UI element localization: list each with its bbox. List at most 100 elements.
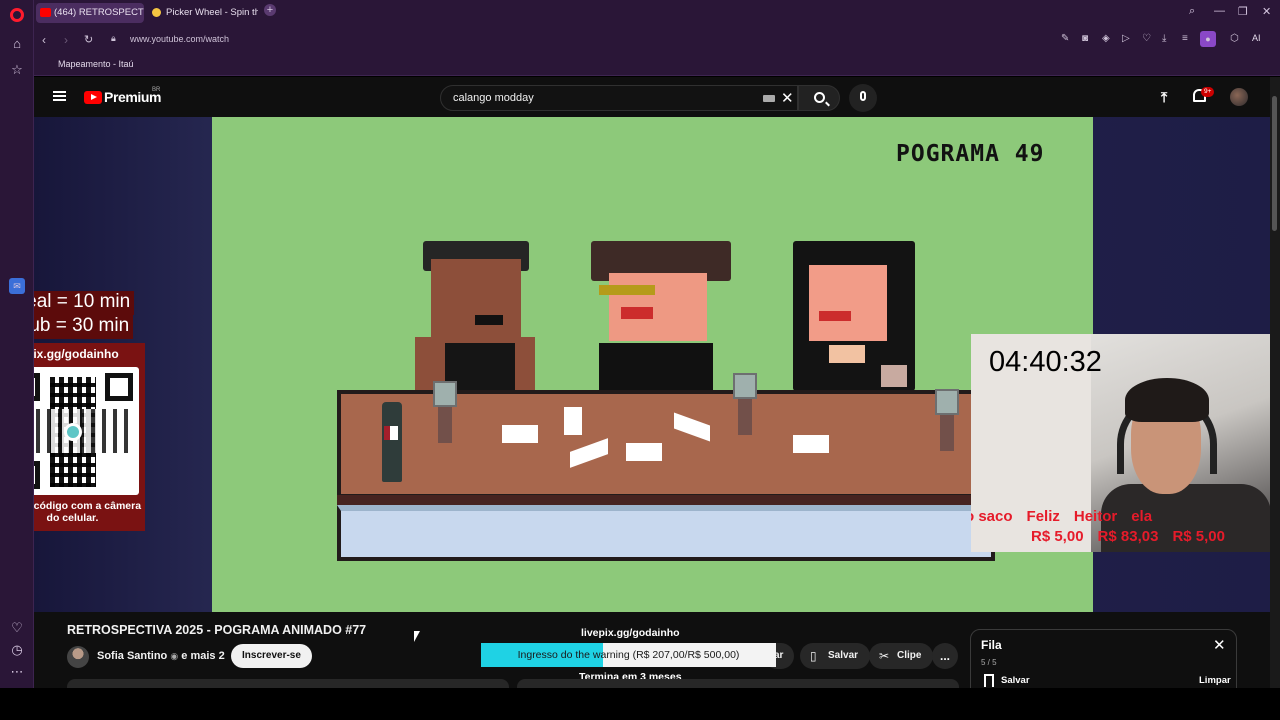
save-label: Salvar — [828, 650, 859, 661]
countdown-timer: 04:40:32 — [989, 346, 1102, 378]
youtube-favicon-icon — [40, 8, 51, 17]
save-button[interactable]: ▯ Salvar — [800, 643, 871, 669]
paper-sheet — [502, 425, 538, 443]
goal-progress-bar: Ingresso do the warning (R$ 207,00/R$ 50… — [481, 643, 776, 667]
subscribe-button[interactable]: Inscrever-se — [231, 644, 312, 668]
search-button[interactable] — [798, 85, 840, 111]
address-bar: ‹ › ↻ 🔒︎ www.youtube.com/watch ✎ ◙ ◈ ▷ ♡… — [34, 26, 1280, 54]
scrollbar-thumb[interactable] — [1272, 96, 1277, 231]
youtube-logo-icon[interactable] — [84, 91, 102, 104]
opera-logo-icon[interactable] — [10, 8, 24, 22]
reload-icon[interactable]: ↻ — [84, 33, 93, 46]
mouse-cursor-icon — [414, 631, 420, 642]
donation-amount: R$ 5,00 — [1172, 528, 1225, 545]
close-icon[interactable]: ✕ — [1213, 636, 1226, 654]
bottle-icon — [382, 402, 402, 482]
donation-names: o saco Feliz Heitor ela — [971, 508, 1166, 525]
queue-count: 5 / 5 — [981, 658, 997, 667]
program-title: POGRAMA 49 — [896, 141, 1045, 167]
channel-avatar[interactable] — [67, 646, 89, 668]
extensions-icon[interactable]: ⬡ — [1230, 33, 1239, 44]
menu-icon[interactable] — [53, 91, 66, 101]
camera-icon[interactable]: ◙ — [1082, 33, 1088, 44]
donation-amounts: R$ 5,00 R$ 83,03 R$ 5,00 — [1031, 528, 1239, 545]
donation-amount: R$ 5,00 — [1031, 528, 1084, 545]
heart-icon[interactable]: ♡ — [9, 620, 25, 636]
youtube-header: Premium BR calango modday ✕ ⤒ 9+ — [34, 77, 1270, 117]
search-query: calango modday — [453, 92, 534, 104]
donation-name: Feliz — [1026, 508, 1060, 525]
queue-save-button[interactable]: Salvar — [1001, 675, 1030, 686]
tab-youtube[interactable]: (464) RETROSPECTIVA — [36, 3, 144, 23]
keyboard-icon[interactable] — [763, 95, 775, 102]
tab-bar: (464) RETROSPECTIVA Picker Wheel - Spin … — [34, 0, 1280, 26]
qr-caption: leia o código com a câmera do celular. — [34, 500, 142, 524]
account-avatar[interactable] — [1230, 88, 1248, 106]
restore-icon[interactable]: ❐ — [1238, 5, 1248, 18]
more-icon[interactable]: ⋯ — [9, 664, 25, 680]
clear-search-icon[interactable]: ✕ — [781, 89, 794, 107]
minimize-icon[interactable]: — — [1214, 5, 1225, 17]
play-icon[interactable]: ▷ — [1122, 33, 1130, 44]
rate-real-line: 1 real = 10 min — [34, 291, 135, 315]
queue-title: Fila — [981, 638, 1002, 652]
upload-icon[interactable]: ⤒ — [1161, 89, 1167, 106]
home-icon[interactable]: ⌂ — [9, 36, 25, 52]
new-tab-button[interactable]: + — [264, 4, 276, 16]
glass-stem — [738, 399, 752, 435]
glass-stem — [940, 415, 954, 451]
queue-panel: Fila 5 / 5 ✕ Salvar Limpar — [970, 629, 1237, 688]
glass-icon — [733, 373, 757, 399]
qr-panel: livepix.gg/godainho leia o código com a … — [34, 343, 145, 531]
search-icon — [814, 92, 825, 103]
opera-sidebar: ⌂ ☆ ✉ ♡ ◷ ⋯ — [0, 0, 34, 688]
queue-clear-button[interactable]: Limpar — [1199, 675, 1231, 686]
channel-suffix: e mais 2 — [181, 650, 225, 662]
history-icon[interactable]: ◷ — [9, 642, 25, 658]
voice-search-button[interactable] — [849, 84, 877, 112]
tab-label: Picker Wheel - Spin the W — [166, 7, 258, 18]
lock-icon: 🔒︎ — [111, 33, 116, 43]
bookmark-icon: ▯ — [810, 649, 817, 663]
video-title: RETROSPECTIVA 2025 - POGRAMA ANIMADO #77 — [67, 623, 367, 637]
donation-amount: R$ 83,03 — [1097, 528, 1159, 545]
search-input[interactable]: calango modday ✕ — [440, 85, 798, 111]
edit-icon[interactable]: ✎ — [1061, 33, 1069, 44]
description-box[interactable] — [67, 679, 509, 688]
taskbar — [0, 688, 1280, 720]
channel-name[interactable]: Sofia Santino ◉ e mais 2 — [97, 650, 225, 662]
table-cloth — [337, 505, 995, 561]
picker-wheel-favicon-icon — [152, 8, 161, 17]
clip-button[interactable]: ✂ Clipe — [869, 643, 934, 669]
close-window-icon[interactable]: ✕ — [1262, 5, 1271, 18]
forward-icon[interactable]: › — [64, 33, 68, 47]
scissors-icon: ✂ — [879, 649, 890, 663]
more-actions-button[interactable]: ... — [932, 643, 958, 669]
url-field[interactable]: www.youtube.com/watch — [130, 34, 229, 44]
back-icon[interactable]: ‹ — [42, 33, 46, 47]
menu-lines-icon[interactable]: ≡ — [1182, 33, 1188, 44]
donation-name: Heitor — [1073, 508, 1118, 525]
table-edge — [337, 495, 995, 505]
bookmark-icon — [984, 674, 994, 687]
verified-icon: ◉ — [170, 651, 179, 661]
tab-picker-wheel[interactable]: Picker Wheel - Spin the W — [148, 3, 258, 23]
tab-label: (464) RETROSPECTIVA — [54, 7, 144, 18]
aria-ai-button[interactable]: AI — [1252, 33, 1261, 43]
comments-box[interactable] — [517, 679, 959, 688]
heart-outline-icon[interactable]: ♡ — [1142, 33, 1151, 44]
paper-sheet — [626, 443, 662, 461]
qr-url: livepix.gg/godainho — [34, 347, 119, 361]
goal-url: livepix.gg/godainho — [581, 627, 680, 639]
shield-icon[interactable]: ◈ — [1102, 33, 1110, 44]
qr-code-icon — [34, 367, 139, 495]
bookmark-item[interactable]: Mapeamento - Itaú — [58, 59, 134, 69]
bottle-label — [384, 426, 398, 440]
youtube-page: Premium BR calango modday ✕ ⤒ 9+ POGRAMA… — [34, 77, 1270, 688]
star-icon[interactable]: ☆ — [9, 62, 25, 78]
profile-icon[interactable]: ● — [1200, 31, 1216, 47]
messenger-icon[interactable]: ✉ — [9, 278, 25, 294]
glass-stem — [438, 407, 452, 443]
search-tabs-icon[interactable]: ⌕ — [1189, 5, 1195, 18]
download-icon[interactable]: ⤓ — [1162, 33, 1166, 44]
